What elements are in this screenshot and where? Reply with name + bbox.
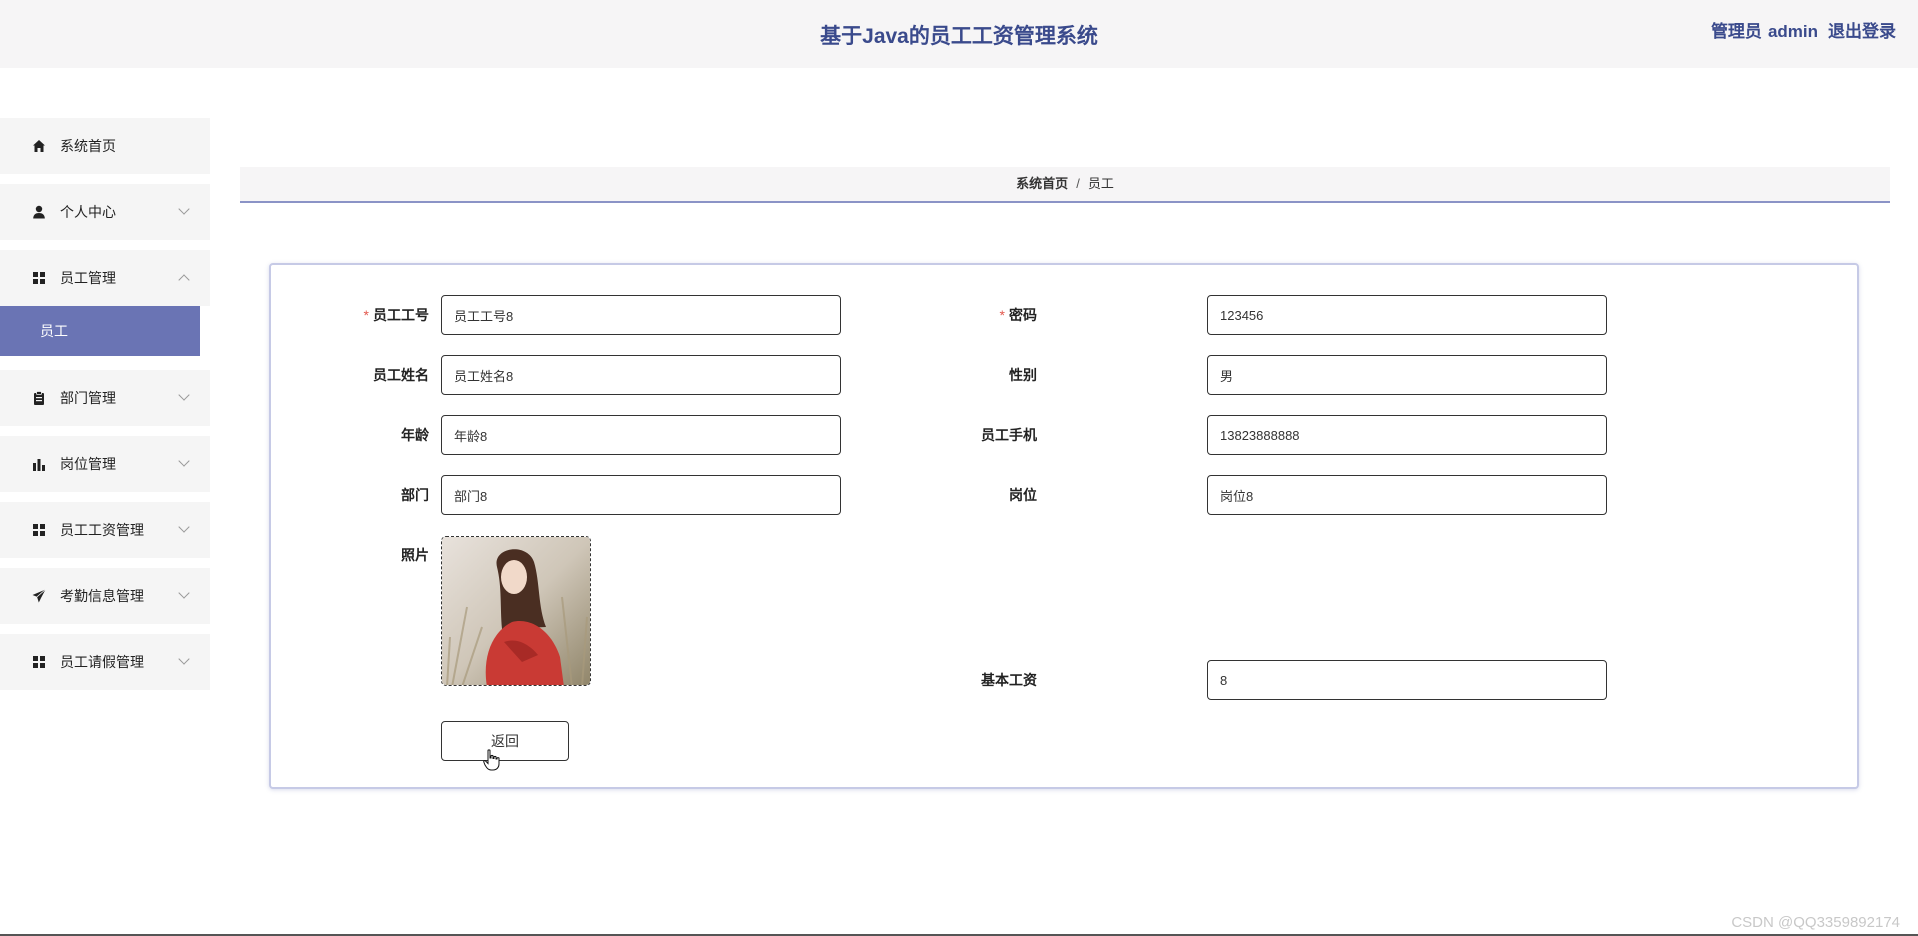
base-salary-label: 基本工资	[981, 672, 1037, 688]
bar-chart-icon	[33, 459, 45, 471]
password-input[interactable]	[1207, 295, 1607, 335]
sidebar-item-label: 员工工资管理	[60, 522, 144, 538]
sidebar-item-salary-management[interactable]: 员工工资管理	[0, 502, 210, 558]
chevron-down-icon	[178, 455, 190, 467]
hand-cursor-icon	[483, 749, 500, 771]
required-mark: *	[999, 307, 1005, 323]
employee-id-label-text: 员工工号	[373, 307, 429, 323]
phone-input[interactable]	[1207, 415, 1607, 455]
employee-id-label: * 员工工号	[289, 305, 429, 325]
home-icon	[33, 140, 45, 152]
sidebar: 系统首页 个人中心 员工管理 员工 部门管理 岗位管理 员工工资管理 考勤信息管…	[0, 118, 210, 700]
department-input[interactable]	[441, 475, 841, 515]
chevron-down-icon	[178, 521, 190, 533]
gender-label: 性别	[1009, 367, 1037, 383]
watermark: CSDN @QQ3359892174	[1731, 914, 1900, 931]
employee-name-label: 员工姓名	[373, 367, 429, 383]
sidebar-item-label: 个人中心	[60, 204, 116, 220]
employee-id-input[interactable]	[441, 295, 841, 335]
logout-link[interactable]: 退出登录	[1828, 22, 1896, 41]
send-icon	[32, 589, 46, 603]
sidebar-item-label: 员工请假管理	[60, 654, 144, 670]
breadcrumb-home[interactable]: 系统首页	[1016, 176, 1068, 191]
sidebar-item-home[interactable]: 系统首页	[0, 118, 210, 174]
header: 基于Java的员工工资管理系统 管理员 admin 退出登录	[0, 0, 1918, 68]
gender-input[interactable]	[1207, 355, 1607, 395]
required-mark: *	[363, 307, 369, 323]
sidebar-item-attendance-management[interactable]: 考勤信息管理	[0, 568, 210, 624]
sidebar-item-leave-management[interactable]: 员工请假管理	[0, 634, 210, 690]
grid-icon	[33, 524, 45, 536]
clipboard-icon	[34, 391, 44, 405]
phone-label: 员工手机	[981, 427, 1037, 443]
chevron-down-icon	[178, 389, 190, 401]
sidebar-item-label: 部门管理	[60, 390, 116, 406]
employee-detail-form: *员工工号 员工姓名 年龄 部门 照片	[269, 263, 1859, 789]
sidebar-item-label: 系统首页	[60, 138, 116, 154]
grid-icon	[33, 272, 45, 284]
position-label: 岗位	[1009, 487, 1037, 503]
person-icon	[33, 205, 45, 219]
employee-name-input[interactable]	[441, 355, 841, 395]
app-title: 基于Java的员工工资管理系统	[820, 25, 1098, 48]
grid-icon	[33, 656, 45, 668]
sidebar-item-label: 岗位管理	[60, 456, 116, 472]
sidebar-item-label: 考勤信息管理	[60, 588, 144, 604]
position-input[interactable]	[1207, 475, 1607, 515]
department-label: 部门	[401, 487, 429, 503]
photo-image	[442, 537, 590, 685]
back-button[interactable]: 返回	[441, 721, 569, 761]
sidebar-subitem-employee[interactable]: 员工	[0, 306, 200, 356]
sidebar-item-department-management[interactable]: 部门管理	[0, 370, 210, 426]
age-input[interactable]	[441, 415, 841, 455]
user-role: 管理员	[1710, 22, 1762, 41]
password-label: * 密码	[897, 305, 1037, 325]
chevron-up-icon	[178, 274, 190, 286]
user-name: admin	[1767, 22, 1818, 41]
password-label-text: 密码	[1009, 307, 1037, 323]
sidebar-item-personal-center[interactable]: 个人中心	[0, 184, 210, 240]
age-label: 年龄	[401, 427, 429, 443]
breadcrumb-current: 员工	[1087, 176, 1114, 191]
photo-label: 照片	[401, 547, 429, 563]
chevron-down-icon	[178, 587, 190, 599]
breadcrumb-separator: /	[1076, 176, 1080, 191]
user-area: 管理员 admin 退出登录	[1701, 17, 1896, 42]
chevron-down-icon	[178, 653, 190, 665]
base-salary-input[interactable]	[1207, 660, 1607, 700]
breadcrumb: 系统首页 / 员工	[240, 167, 1890, 203]
chevron-down-icon	[178, 203, 190, 215]
sidebar-item-label: 员工管理	[60, 270, 116, 286]
sidebar-item-employee-management[interactable]: 员工管理	[0, 250, 210, 306]
employee-photo[interactable]	[441, 536, 591, 686]
sidebar-item-position-management[interactable]: 岗位管理	[0, 436, 210, 492]
